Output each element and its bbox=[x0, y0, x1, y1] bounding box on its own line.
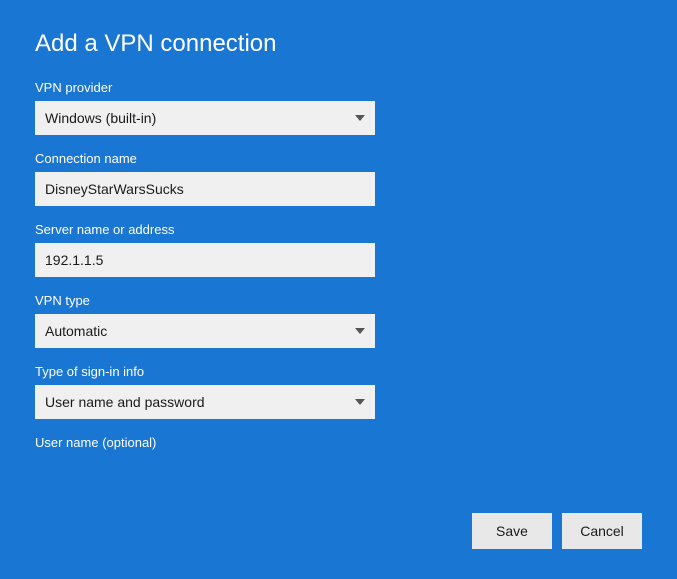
save-button[interactable]: Save bbox=[472, 513, 552, 549]
vpn-type-label: VPN type bbox=[35, 293, 642, 308]
vpn-provider-select-wrapper[interactable]: Windows (built-in) bbox=[35, 101, 375, 135]
sign-in-info-select-wrapper[interactable]: User name and password bbox=[35, 385, 375, 419]
vpn-type-select-wrapper[interactable]: Automatic bbox=[35, 314, 375, 348]
connection-name-group: Connection name bbox=[35, 151, 642, 206]
connection-name-input[interactable] bbox=[35, 172, 375, 206]
vpn-provider-group: VPN provider Windows (built-in) bbox=[35, 80, 642, 135]
vpn-type-group: VPN type Automatic bbox=[35, 293, 642, 348]
vpn-type-select[interactable]: Automatic bbox=[35, 314, 375, 348]
connection-name-label: Connection name bbox=[35, 151, 642, 166]
username-label: User name (optional) bbox=[35, 435, 642, 450]
sign-in-info-select[interactable]: User name and password bbox=[35, 385, 375, 419]
vpn-provider-select[interactable]: Windows (built-in) bbox=[35, 101, 375, 135]
username-group: User name (optional) bbox=[35, 435, 642, 456]
server-name-label: Server name or address bbox=[35, 222, 642, 237]
sign-in-info-label: Type of sign-in info bbox=[35, 364, 642, 379]
server-name-group: Server name or address bbox=[35, 222, 642, 277]
vpn-provider-label: VPN provider bbox=[35, 80, 642, 95]
bottom-actions: Save Cancel bbox=[472, 513, 642, 549]
dialog-title: Add a VPN connection bbox=[35, 30, 642, 58]
sign-in-info-group: Type of sign-in info User name and passw… bbox=[35, 364, 642, 419]
vpn-dialog: Add a VPN connection VPN provider Window… bbox=[0, 0, 677, 579]
cancel-button[interactable]: Cancel bbox=[562, 513, 642, 549]
server-name-input[interactable] bbox=[35, 243, 375, 277]
